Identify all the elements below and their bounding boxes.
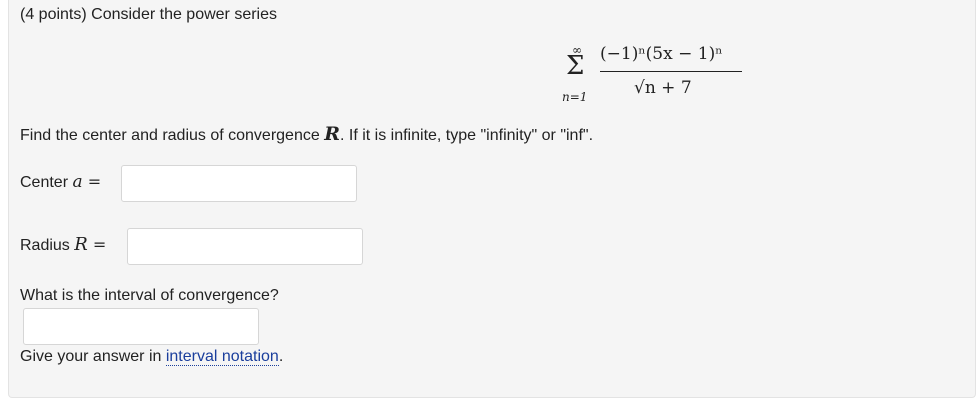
question-before: Find the center and radius of convergenc… [20,127,325,144]
question-text: Find the center and radius of convergenc… [20,124,593,146]
hint-before: Give your answer in [20,348,166,365]
hint-after: . [278,348,284,365]
radius-label: Radius R = [20,235,106,256]
problem-intro: (4 points) Consider the power series [20,6,278,23]
question-variable: R [324,123,340,145]
radius-label-text: Radius [20,237,75,254]
interval-notation-link[interactable]: interval notation [165,348,279,366]
lower-limit: n=1 [562,90,588,104]
radius-variable: R [74,234,88,255]
interval-question: What is the interval of convergence? [20,287,279,304]
center-input[interactable] [121,165,357,202]
question-after: . If it is infinite, type "infinity" or … [339,127,594,144]
center-variable: a [72,172,83,192]
interval-input[interactable] [23,308,259,345]
radius-input[interactable] [127,228,363,265]
fraction-bar [600,71,742,72]
center-label-text: Center [20,174,73,191]
series-denominator: √n + 7 [634,78,692,98]
center-equals: = [82,172,102,191]
radius-equals: = [87,235,107,254]
center-label: Center a = [20,172,101,193]
answer-hint: Give your answer in interval notation. [20,347,283,367]
series-summation: ∞ Σ n=1 [562,44,598,108]
sigma-symbol: Σ [566,51,585,81]
series-numerator: (−1)ⁿ(5x − 1)ⁿ [600,44,723,64]
